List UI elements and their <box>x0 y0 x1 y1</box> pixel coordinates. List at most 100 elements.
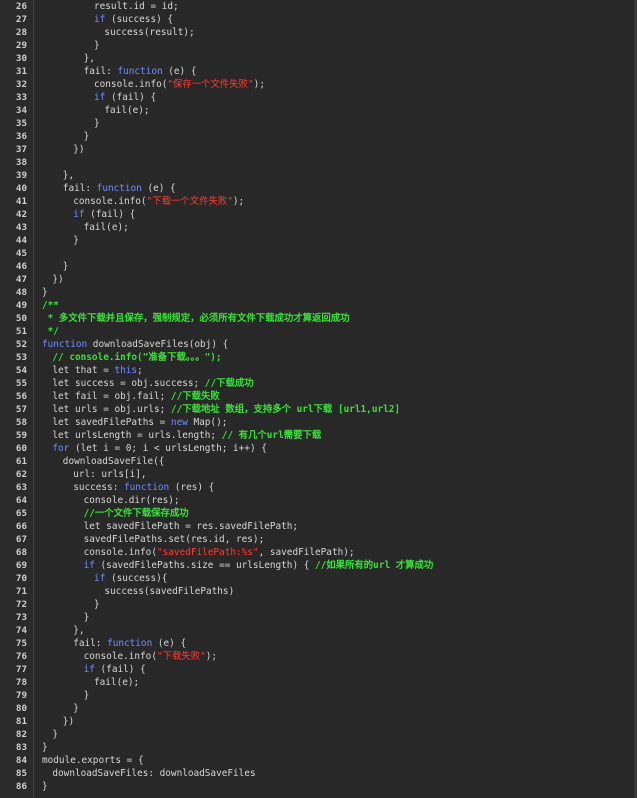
code-line[interactable]: 26 result.id = id; <box>0 0 637 13</box>
code-text[interactable]: url: urls[i], <box>42 468 146 481</box>
code-line[interactable]: 39}, <box>0 169 637 182</box>
code-line[interactable]: 67 savedFilePaths.set(res.id, res); <box>0 533 637 546</box>
code-text[interactable]: }, <box>42 169 74 182</box>
code-line[interactable]: 61 downloadSaveFile({ <box>0 455 637 468</box>
code-line[interactable]: 49 /** <box>0 299 637 312</box>
code-text[interactable]: let success = obj.success; //下载成功 <box>42 377 253 390</box>
code-line[interactable]: 30}, <box>0 52 637 65</box>
code-line[interactable]: 53 // console.info("准备下载。。。"); <box>0 351 637 364</box>
code-text[interactable]: } <box>42 702 79 715</box>
code-text[interactable]: downloadSaveFiles: downloadSaveFiles <box>42 767 255 780</box>
code-line[interactable]: 66 let savedFilePath = res.savedFilePath; <box>0 520 637 533</box>
code-text[interactable]: } <box>42 39 100 52</box>
code-text[interactable]: result.id = id; <box>42 0 179 13</box>
code-text[interactable]: let urls = obj.urls; //下载地址 数组，支持多个 url下… <box>42 403 400 416</box>
code-text[interactable]: } <box>42 286 48 299</box>
code-line[interactable]: 83} <box>0 741 637 754</box>
code-line[interactable]: 29} <box>0 39 637 52</box>
code-text[interactable]: }) <box>42 143 84 156</box>
code-line[interactable]: 36} <box>0 130 637 143</box>
code-text[interactable]: console.info("保存一个文件失败"); <box>42 78 265 91</box>
code-text[interactable]: } <box>42 611 90 624</box>
code-text[interactable]: savedFilePaths.set(res.id, res); <box>42 533 265 546</box>
code-line[interactable]: 72} <box>0 598 637 611</box>
code-line[interactable]: 40 fail: function (e) { <box>0 182 637 195</box>
code-line[interactable]: 64 console.dir(res); <box>0 494 637 507</box>
code-line[interactable]: 57 let urls = obj.urls; //下载地址 数组，支持多个 ur… <box>0 403 637 416</box>
code-text[interactable]: fail: function (e) { <box>42 182 176 195</box>
code-line[interactable]: 75 fail: function (e) { <box>0 637 637 650</box>
code-line[interactable]: 70 if (success){ <box>0 572 637 585</box>
code-line[interactable]: 44} <box>0 234 637 247</box>
code-text[interactable]: let savedFilePaths = new Map(); <box>42 416 227 429</box>
code-line[interactable]: 76 console.info("下载失败"); <box>0 650 637 663</box>
code-text[interactable]: console.info("下载失败"); <box>42 650 217 663</box>
code-line[interactable]: 50 * 多文件下载并且保存，强制规定，必须所有文件下载成功才算返回成功 <box>0 312 637 325</box>
code-line[interactable]: 73} <box>0 611 637 624</box>
code-text[interactable]: if (fail) { <box>42 663 146 676</box>
code-line[interactable]: 81}) <box>0 715 637 728</box>
code-editor[interactable]: 26 result.id = id; 27 if (success) {28 succe… <box>0 0 637 798</box>
code-text[interactable]: if (success){ <box>42 572 167 585</box>
code-text[interactable]: /** <box>42 299 59 312</box>
code-text[interactable]: } <box>42 130 90 143</box>
code-text[interactable]: }) <box>42 715 74 728</box>
code-text[interactable]: downloadSaveFile({ <box>42 455 165 468</box>
code-text[interactable]: success(savedFilePaths) <box>42 585 234 598</box>
code-text[interactable]: fail(e); <box>42 104 149 117</box>
code-text[interactable]: let fail = obj.fail; //下载失败 <box>42 390 219 403</box>
code-text[interactable]: if (success) { <box>42 13 173 26</box>
code-text[interactable]: if (fail) { <box>42 91 156 104</box>
code-line[interactable]: 56 let fail = obj.fail; //下载失败 <box>0 390 637 403</box>
code-line[interactable]: 46} <box>0 260 637 273</box>
code-text[interactable]: } <box>42 117 100 130</box>
code-text[interactable]: console.info("下载一个文件失败"); <box>42 195 244 208</box>
code-text[interactable]: //一个文件下载保存成功 <box>42 507 189 520</box>
code-text[interactable]: }, <box>42 624 84 637</box>
code-line[interactable]: 79} <box>0 689 637 702</box>
code-line[interactable]: 27 if (success) { <box>0 13 637 26</box>
code-line[interactable]: 32 console.info("保存一个文件失败"); <box>0 78 637 91</box>
code-text[interactable]: } <box>42 234 79 247</box>
code-line[interactable]: 38 <box>0 156 637 169</box>
code-line[interactable]: 45 <box>0 247 637 260</box>
code-line[interactable]: 51 */ <box>0 325 637 338</box>
code-line[interactable]: 52 function downloadSaveFiles(obj) { <box>0 338 637 351</box>
code-text[interactable]: let urlsLength = urls.length; // 有几个url需… <box>42 429 321 442</box>
code-line[interactable]: 54 let that = this; <box>0 364 637 377</box>
code-line[interactable]: 37}) <box>0 143 637 156</box>
code-line[interactable]: 71 success(savedFilePaths) <box>0 585 637 598</box>
code-line[interactable]: 33 if (fail) { <box>0 91 637 104</box>
code-line[interactable]: 35} <box>0 117 637 130</box>
code-line[interactable]: 74}, <box>0 624 637 637</box>
code-text[interactable]: } <box>42 598 100 611</box>
code-text[interactable]: fail(e); <box>42 221 129 234</box>
code-text[interactable]: console.info("savedFilePath:%s", savedFi… <box>42 546 355 559</box>
code-text[interactable]: } <box>42 260 69 273</box>
code-text[interactable]: } <box>42 741 48 754</box>
code-line[interactable]: 69 if (savedFilePaths.size == urlsLength)… <box>0 559 637 572</box>
code-line[interactable]: 60 for (let i = 0; i < urlsLength; i++) { <box>0 442 637 455</box>
code-line[interactable]: 55 let success = obj.success; //下载成功 <box>0 377 637 390</box>
code-line[interactable]: 80} <box>0 702 637 715</box>
code-text[interactable]: }) <box>42 273 63 286</box>
code-line[interactable]: 65 //一个文件下载保存成功 <box>0 507 637 520</box>
code-line[interactable]: 28 success(result); <box>0 26 637 39</box>
code-text[interactable]: } <box>42 728 58 741</box>
code-line[interactable]: 86} <box>0 780 637 793</box>
code-line[interactable]: 62 url: urls[i], <box>0 468 637 481</box>
code-line[interactable]: 78 fail(e); <box>0 676 637 689</box>
code-text[interactable]: for (let i = 0; i < urlsLength; i++) { <box>42 442 267 455</box>
code-text[interactable]: success(result); <box>42 26 194 39</box>
code-text[interactable]: if (savedFilePaths.size == urlsLength) {… <box>42 559 434 572</box>
code-line[interactable]: 48} <box>0 286 637 299</box>
code-line[interactable]: 85 downloadSaveFiles: downloadSaveFiles <box>0 767 637 780</box>
code-text[interactable]: }, <box>42 52 95 65</box>
code-line[interactable]: 41 console.info("下载一个文件失败"); <box>0 195 637 208</box>
code-text[interactable]: // console.info("准备下载。。。"); <box>42 351 221 364</box>
code-text[interactable]: } <box>42 689 90 702</box>
code-line[interactable]: 84 module.exports = { <box>0 754 637 767</box>
code-lines[interactable]: 26 result.id = id; 27 if (success) {28 succe… <box>0 0 637 793</box>
code-line[interactable]: 82} <box>0 728 637 741</box>
code-text[interactable]: if (fail) { <box>42 208 135 221</box>
